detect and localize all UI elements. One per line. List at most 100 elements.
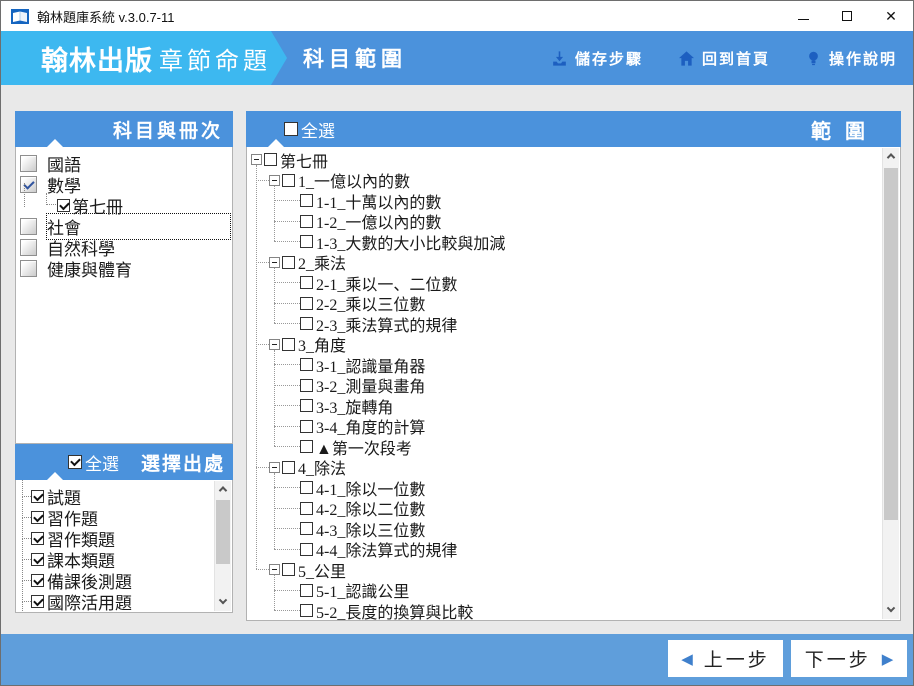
source-checkbox[interactable]	[31, 532, 44, 545]
page-title: 科目範圍	[303, 48, 407, 71]
subject-checkbox[interactable]	[20, 260, 37, 277]
tree-node-checkbox[interactable]	[300, 440, 313, 453]
panel-tail-decoration	[47, 139, 63, 147]
tree-row: 3-2_測量與畫角	[249, 375, 882, 396]
tree-node-checkbox[interactable]	[300, 583, 313, 597]
tree-node-checkbox[interactable]	[300, 481, 313, 494]
tree-connector-line	[274, 384, 300, 386]
sources-panel-title: 選擇出處	[140, 453, 225, 475]
tree-node-checkbox[interactable]	[300, 604, 313, 617]
tree-node-checkbox[interactable]	[282, 563, 295, 576]
help-button[interactable]: 操作說明	[804, 48, 897, 69]
subject-checkbox[interactable]	[20, 239, 37, 256]
next-step-button[interactable]: 下一步 ▶	[791, 640, 907, 677]
tree-row: 4-1_除以一位數	[249, 477, 882, 499]
scope-select-all-checkbox[interactable]	[284, 122, 298, 136]
panel-tail-decoration	[268, 139, 284, 147]
tree-connector-line	[274, 200, 300, 201]
subject-row: 第七冊	[16, 183, 232, 217]
tree-row: 2-2_乘以三位數	[249, 293, 882, 314]
tree-row: 1_一億以內的數	[249, 170, 882, 191]
source-checkbox[interactable]	[31, 574, 44, 587]
scroll-down-arrow-icon[interactable]	[883, 603, 899, 619]
minimize-button[interactable]	[781, 1, 825, 31]
scroll-up-arrow-icon[interactable]	[215, 481, 231, 497]
source-row: 習作題	[16, 496, 214, 529]
tree-node-checkbox[interactable]	[300, 542, 313, 556]
help-icon	[809, 51, 818, 65]
subject-checkbox[interactable]	[20, 176, 37, 193]
source-row: 備課後測題	[16, 559, 214, 592]
maximize-icon	[842, 11, 852, 21]
subject-row: 數學	[16, 174, 232, 196]
tree-connector-line	[256, 261, 269, 263]
tree-collapse-toggle[interactable]	[269, 174, 280, 186]
tree-node-checkbox[interactable]	[282, 255, 295, 269]
tree-connector-line	[274, 548, 300, 550]
tree-node-checkbox[interactable]	[300, 235, 313, 248]
tree-node-checkbox[interactable]	[282, 173, 295, 187]
sources-scrollbar[interactable]	[214, 481, 231, 611]
tree-node-checkbox[interactable]	[300, 419, 313, 433]
subject-checkbox[interactable]	[20, 155, 37, 172]
tree-collapse-toggle[interactable]	[251, 154, 262, 165]
scroll-up-arrow-icon[interactable]	[883, 148, 899, 164]
subjects-panel-header: 科目與冊次	[15, 111, 233, 147]
sources-select-all: 全選	[68, 450, 119, 475]
footer-bar: ◀ 上一步 下一步 ▶	[1, 634, 913, 685]
subject-checkbox[interactable]	[20, 218, 37, 235]
tree-node-checkbox[interactable]	[264, 153, 277, 166]
tree-node-checkbox[interactable]	[300, 399, 313, 412]
source-checkbox[interactable]	[31, 511, 44, 524]
tree-connector-line	[274, 528, 300, 529]
maximize-button[interactable]	[825, 1, 869, 31]
tree-node-checkbox[interactable]	[300, 214, 313, 228]
help-label: 操作說明	[828, 50, 897, 68]
tree-node-checkbox[interactable]	[300, 276, 313, 289]
tree-collapse-toggle[interactable]	[269, 461, 280, 473]
tree-connector-line	[274, 405, 300, 406]
scope-panel-header: 全選 範圍	[246, 111, 901, 147]
tree-node-checkbox[interactable]	[282, 337, 295, 351]
tree-row: 2_乘法	[249, 252, 882, 273]
prev-step-button[interactable]: ◀ 上一步	[668, 640, 783, 677]
scope-scrollbar[interactable]	[882, 148, 899, 619]
source-checkbox[interactable]	[31, 490, 44, 503]
tree-row: 2-3_乘法算式的規律	[249, 313, 882, 335]
tree-row: 3-3_旋轉角	[249, 395, 882, 417]
subject-row: 健康與體育	[16, 256, 232, 281]
source-checkbox[interactable]	[31, 553, 44, 566]
tree-collapse-toggle[interactable]	[269, 564, 280, 575]
scroll-down-arrow-icon[interactable]	[215, 595, 231, 611]
tree-node-checkbox[interactable]	[300, 522, 313, 535]
source-checkbox[interactable]	[31, 595, 44, 608]
tree-node-checkbox[interactable]	[300, 317, 313, 330]
tree-connector-line	[274, 507, 300, 509]
tree-node-checkbox[interactable]	[300, 378, 313, 392]
sources-panel: 全選 選擇出處 試題習作題習作類題課本類題備課後測題國際活用題TASA模擬題型	[15, 444, 233, 613]
tree-collapse-toggle[interactable]	[269, 256, 280, 268]
tree-connector-line	[274, 610, 300, 611]
scrollbar-thumb[interactable]	[216, 500, 230, 564]
minimize-icon	[797, 18, 809, 20]
tree-node-label[interactable]: 5-2_長度的換算與比較	[316, 599, 473, 621]
source-row: TASA模擬題型	[22, 601, 158, 612]
tree-node-checkbox[interactable]	[300, 501, 313, 515]
tree-node-checkbox[interactable]	[300, 358, 313, 371]
tree-node-checkbox[interactable]	[300, 194, 313, 207]
home-button[interactable]: 回到首頁	[677, 48, 770, 69]
sources-select-all-checkbox[interactable]	[68, 455, 82, 469]
scrollbar-thumb[interactable]	[884, 168, 898, 520]
tree-row: 1-3_大數的大小比較與加減	[249, 231, 882, 253]
tree-collapse-toggle[interactable]	[269, 338, 280, 350]
subject-label[interactable]: 健康與體育	[47, 256, 132, 281]
source-row: 課本類題	[16, 538, 214, 571]
tree-node-checkbox[interactable]	[282, 460, 295, 474]
source-label[interactable]: TASA模擬題型	[47, 610, 158, 612]
close-button[interactable]: ✕	[869, 1, 913, 31]
subject-list: 國語 數學 第七冊 社會 自然科學 健康與體育	[16, 147, 232, 281]
subject-volume-checkbox[interactable]	[57, 199, 70, 212]
save-steps-button[interactable]: 儲存步驟	[550, 48, 643, 69]
arrow-left-icon: ◀	[681, 650, 693, 668]
tree-node-checkbox[interactable]	[300, 296, 313, 310]
